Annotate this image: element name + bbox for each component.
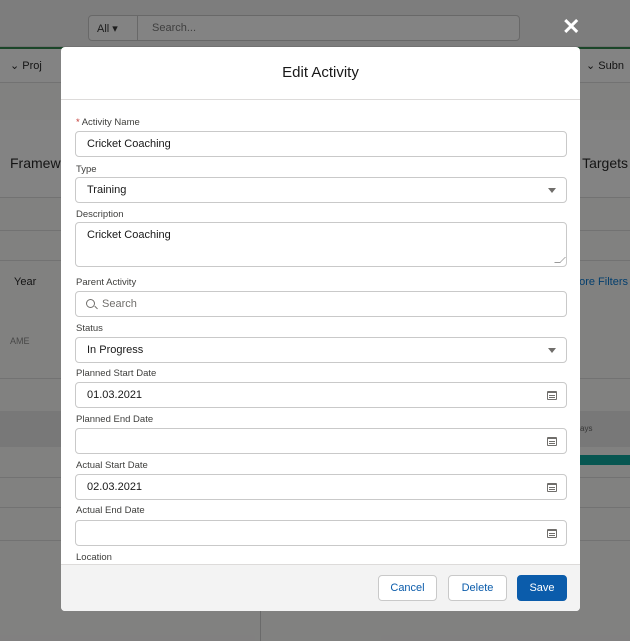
save-button[interactable]: Save: [517, 575, 567, 601]
close-icon[interactable]: ✕: [562, 16, 580, 38]
modal-footer: Cancel Delete Save: [61, 564, 580, 611]
status-label: Status: [76, 323, 103, 334]
cancel-button[interactable]: Cancel: [378, 575, 437, 601]
activity-name-label: * Activity Name: [76, 117, 140, 128]
chevron-down-icon: [548, 188, 556, 193]
edit-activity-modal: Edit Activity * Activity Name Cricket Coa…: [61, 47, 580, 611]
description-textarea[interactable]: Cricket Coaching: [75, 222, 567, 267]
delete-button[interactable]: Delete: [448, 575, 507, 601]
calendar-icon[interactable]: [547, 391, 557, 400]
actual-start-date-label: Actual Start Date: [76, 460, 148, 471]
location-label: Location: [76, 552, 112, 563]
calendar-icon[interactable]: [547, 483, 557, 492]
modal-body[interactable]: * Activity Name Cricket Coaching Type Tra…: [61, 100, 580, 564]
modal-title: Edit Activity: [282, 64, 359, 81]
actual-end-date-label: Actual End Date: [76, 505, 145, 516]
planned-start-date-input[interactable]: 01.03.2021: [75, 382, 567, 408]
chevron-down-icon: [548, 348, 556, 353]
resize-handle-icon[interactable]: [554, 257, 566, 263]
parent-activity-label: Parent Activity: [76, 277, 137, 288]
description-label: Description: [76, 209, 124, 220]
activity-name-input[interactable]: Cricket Coaching: [75, 131, 567, 157]
modal-header: Edit Activity: [61, 47, 580, 100]
calendar-icon[interactable]: [547, 529, 557, 538]
required-marker: *: [76, 117, 80, 128]
calendar-icon[interactable]: [547, 437, 557, 446]
planned-start-date-label: Planned Start Date: [76, 368, 157, 379]
planned-end-date-label: Planned End Date: [76, 414, 154, 425]
type-select[interactable]: Training: [75, 177, 567, 203]
actual-end-date-input[interactable]: [75, 520, 567, 546]
type-label: Type: [76, 164, 97, 175]
search-icon: [86, 299, 95, 308]
actual-start-date-input[interactable]: 02.03.2021: [75, 474, 567, 500]
status-select[interactable]: In Progress: [75, 337, 567, 363]
parent-activity-lookup[interactable]: Search: [75, 291, 567, 317]
planned-end-date-input[interactable]: [75, 428, 567, 454]
